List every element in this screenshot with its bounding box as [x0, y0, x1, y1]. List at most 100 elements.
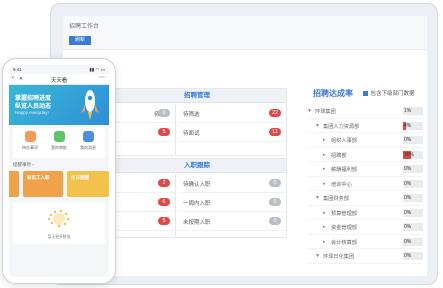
tree-node[interactable]: ▸ 会计核算部 0%	[307, 235, 423, 249]
phone-screen: 9:41 ▮▮ ◠ ▭ ‹ ✕ 天天看 ⋯ 掌握招聘进度 纵览人员动态 Happ…	[9, 65, 109, 277]
empty-state-card: 暂无更多数据	[13, 202, 105, 244]
recruit-panel-title: 招聘管理	[108, 89, 286, 103]
tree-node[interactable]: ▸ 薪酬福利部 0%	[307, 162, 423, 177]
phone-app-bar: ‹ ✕ 天天看 ⋯	[9, 74, 109, 85]
percent-bar: 0%	[403, 136, 423, 144]
include-subdept-checkbox[interactable]: 包含下级部门数据	[363, 89, 415, 97]
phone-status-bar: 9:41 ▮▮ ◠ ▭	[9, 65, 109, 74]
chevron-down-icon[interactable]: ▼	[315, 123, 320, 129]
rocket-icon	[81, 90, 99, 120]
count-badge: 0	[269, 198, 281, 206]
tile-todo[interactable]: 待办事项	[16, 131, 44, 151]
tile-label: 我的消息	[80, 145, 96, 150]
tree-node-label: 资金管理部	[331, 225, 357, 231]
percent-bar: 0%	[403, 165, 423, 173]
chevron-right-icon[interactable]: ▸	[323, 224, 326, 230]
recruit-panel: 招聘管理 待 0 5 待筛选 22 待面试 11	[107, 88, 287, 156]
tree-node[interactable]: ▸ 招聘部 38%	[307, 148, 423, 162]
recruit-row-screening[interactable]: 待筛选 22	[178, 104, 286, 123]
chevron-down-icon[interactable]: ▼	[307, 108, 312, 114]
onboard-left-column: 2 6 5	[108, 174, 176, 238]
reminder-card-birthday[interactable]: 生日提醒	[67, 171, 109, 197]
reminder-cards: 新员工入职 生日提醒	[9, 171, 109, 197]
chevron-down-icon[interactable]: ▼	[315, 253, 320, 259]
chevron-right-icon[interactable]: ▸	[323, 152, 326, 158]
tree-node[interactable]: ▸ 资金管理部 0%	[307, 220, 423, 235]
tree-node[interactable]: ▸ 培训中心 0%	[307, 177, 423, 191]
reminder-card-onboard[interactable]: 新员工入职	[23, 171, 63, 197]
chevron-down-icon[interactable]: ▼	[315, 195, 320, 201]
recruit-left-row[interactable]: 5	[108, 123, 175, 142]
card-label: 生日提醒	[71, 175, 89, 180]
more-icon[interactable]: ⋯	[99, 74, 105, 81]
row-label: 一周内入职	[183, 201, 211, 207]
onboard-row-confirm[interactable]: 待确认入职 0	[178, 174, 286, 193]
hero-line-2: 纵览人员动态	[15, 104, 52, 110]
empty-state-illustration-icon	[47, 209, 70, 228]
window-title: 招聘工作台	[69, 24, 100, 30]
tree-node-label: 招聘部	[331, 152, 347, 159]
desktop-screen: 招聘工作台 刷新 招聘管理 待 0 5 待筛选 22 待面试 11 入职跟踪 2…	[63, 16, 427, 276]
percent-bar: 0%	[403, 252, 423, 260]
tile-messages[interactable]: 我的消息	[74, 131, 102, 151]
chevron-right-icon[interactable]: ▸	[323, 181, 326, 187]
card-label: 新员工入职	[27, 175, 50, 180]
tree-node-label: 培训中心	[331, 181, 352, 188]
tree-node-label: 环球日化集团	[323, 254, 355, 260]
percent-value: 38%	[404, 151, 415, 158]
recruit-row-interview[interactable]: 待面试 11	[178, 123, 286, 142]
percent-bar: 0%	[403, 194, 423, 202]
checkbox-icon[interactable]	[363, 91, 368, 97]
onboard-row-overdue[interactable]: 未按期入职 0	[178, 212, 286, 231]
signal-wifi-battery-icon: ▮▮ ◠ ▭	[89, 67, 105, 72]
row-label: 待确认入职	[183, 182, 211, 188]
percent-value: 0%	[404, 195, 412, 201]
count-badge: 5	[158, 128, 170, 136]
tree-node-label: 预算管理部	[331, 210, 357, 217]
reminder-label: 提醒事项	[13, 162, 31, 167]
status-time: 9:41	[13, 67, 22, 72]
row-label: 待面试	[183, 131, 200, 137]
tree-node[interactable]: ▸ 组织人事部 0%	[307, 133, 423, 148]
percent-bar: 0%	[403, 237, 423, 246]
count-badge: 5	[158, 217, 170, 225]
tree-node[interactable]: ▼ 集团财务部 0%	[307, 191, 423, 206]
percent-value: 0%	[404, 224, 412, 230]
tree-node-label: 集团人力资源部	[323, 123, 360, 130]
chevron-right-icon[interactable]: ▸	[323, 166, 326, 172]
recruit-left-row[interactable]: 待 0	[108, 104, 175, 123]
count-badge: 0	[158, 109, 170, 117]
reminder-card-partial[interactable]	[9, 171, 19, 197]
percent-value: 4%	[404, 122, 412, 129]
onboard-row-week[interactable]: 一周内入职 0	[178, 193, 286, 212]
count-badge: 0	[269, 179, 281, 187]
percent-value: 0%	[404, 166, 412, 172]
tree-node[interactable]: ▸ 预算管理部 0%	[307, 206, 423, 220]
tree-node[interactable]: ▼ 环球日化集团 0%	[307, 249, 423, 264]
tree-node-label: 环球集团	[315, 109, 336, 115]
onboard-left-row[interactable]: 2	[108, 174, 175, 193]
phone-frame: 9:41 ▮▮ ◠ ▭ ‹ ✕ 天天看 ⋯ 掌握招聘进度 纵览人员动态 Happ…	[2, 58, 116, 284]
department-tree: ▼ 环球集团 1% ▼ 集团人力资源部 4% ▸ 组织人事部 0% ▸ 招聘部 …	[307, 104, 423, 264]
message-icon	[82, 131, 94, 142]
percent-bar: 0%	[403, 208, 423, 217]
tree-node[interactable]: ▼ 集团人力资源部 4%	[307, 119, 423, 133]
chevron-right-icon[interactable]: ▸	[323, 239, 326, 245]
onboard-panel: 入职跟踪 2 6 5 待确认入职 0 一周内入职 0 未按期入职 0	[107, 158, 287, 238]
chevron-right-icon[interactable]: ▸	[323, 210, 326, 216]
onboard-left-row[interactable]: 5	[108, 212, 175, 231]
percent-value: 1%	[404, 108, 412, 114]
chevron-right-icon[interactable]: ▸	[323, 137, 326, 143]
tile-label: 待办事项	[22, 145, 38, 150]
approval-icon	[53, 131, 65, 142]
onboard-left-row[interactable]: 6	[108, 193, 175, 212]
percent-bar: 38%	[403, 150, 423, 159]
count-badge: 11	[269, 128, 281, 136]
refresh-button[interactable]: 刷新	[69, 36, 92, 45]
tree-node[interactable]: ▼ 环球集团 1%	[307, 104, 423, 119]
recruit-list: 待筛选 22 待面试 11	[178, 104, 286, 142]
tile-approval[interactable]: 我的审批	[45, 131, 73, 151]
tree-node-label: 组织人事部	[331, 138, 357, 144]
tree-node-label: 集团财务部	[323, 196, 349, 202]
count-badge: 0	[269, 217, 281, 225]
